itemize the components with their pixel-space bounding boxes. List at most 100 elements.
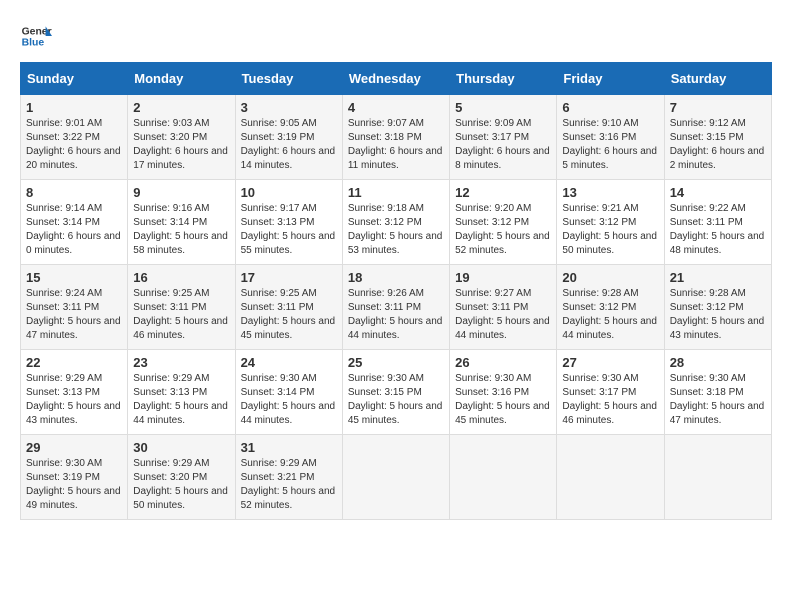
column-header-monday: Monday [128,63,235,95]
calendar-cell: 17 Sunrise: 9:25 AM Sunset: 3:11 PM Dayl… [235,265,342,350]
day-number: 26 [455,355,551,370]
calendar-cell: 7 Sunrise: 9:12 AM Sunset: 3:15 PM Dayli… [664,95,771,180]
day-number: 3 [241,100,337,115]
calendar-cell: 8 Sunrise: 9:14 AM Sunset: 3:14 PM Dayli… [21,180,128,265]
calendar-cell: 6 Sunrise: 9:10 AM Sunset: 3:16 PM Dayli… [557,95,664,180]
column-header-sunday: Sunday [21,63,128,95]
calendar-cell: 3 Sunrise: 9:05 AM Sunset: 3:19 PM Dayli… [235,95,342,180]
calendar-table: SundayMondayTuesdayWednesdayThursdayFrid… [20,62,772,520]
calendar-cell: 23 Sunrise: 9:29 AM Sunset: 3:13 PM Dayl… [128,350,235,435]
calendar-cell: 22 Sunrise: 9:29 AM Sunset: 3:13 PM Dayl… [21,350,128,435]
day-number: 16 [133,270,229,285]
calendar-cell: 9 Sunrise: 9:16 AM Sunset: 3:14 PM Dayli… [128,180,235,265]
day-number: 15 [26,270,122,285]
day-number: 12 [455,185,551,200]
calendar-cell [557,435,664,520]
calendar-cell: 2 Sunrise: 9:03 AM Sunset: 3:20 PM Dayli… [128,95,235,180]
cell-info: Sunrise: 9:12 AM Sunset: 3:15 PM Dayligh… [670,117,766,173]
cell-info: Sunrise: 9:29 AM Sunset: 3:21 PM Dayligh… [241,457,337,513]
week-row-5: 29 Sunrise: 9:30 AM Sunset: 3:19 PM Dayl… [21,435,772,520]
calendar-cell: 26 Sunrise: 9:30 AM Sunset: 3:16 PM Dayl… [450,350,557,435]
cell-info: Sunrise: 9:29 AM Sunset: 3:20 PM Dayligh… [133,457,229,513]
calendar-cell: 18 Sunrise: 9:26 AM Sunset: 3:11 PM Dayl… [342,265,449,350]
calendar-cell: 29 Sunrise: 9:30 AM Sunset: 3:19 PM Dayl… [21,435,128,520]
cell-info: Sunrise: 9:27 AM Sunset: 3:11 PM Dayligh… [455,287,551,343]
week-row-3: 15 Sunrise: 9:24 AM Sunset: 3:11 PM Dayl… [21,265,772,350]
cell-info: Sunrise: 9:30 AM Sunset: 3:14 PM Dayligh… [241,372,337,428]
cell-info: Sunrise: 9:28 AM Sunset: 3:12 PM Dayligh… [670,287,766,343]
calendar-cell: 25 Sunrise: 9:30 AM Sunset: 3:15 PM Dayl… [342,350,449,435]
day-number: 30 [133,440,229,455]
cell-info: Sunrise: 9:30 AM Sunset: 3:17 PM Dayligh… [562,372,658,428]
day-number: 2 [133,100,229,115]
day-number: 4 [348,100,444,115]
calendar-cell: 19 Sunrise: 9:27 AM Sunset: 3:11 PM Dayl… [450,265,557,350]
day-number: 29 [26,440,122,455]
cell-info: Sunrise: 9:30 AM Sunset: 3:19 PM Dayligh… [26,457,122,513]
calendar-cell [342,435,449,520]
calendar-cell: 10 Sunrise: 9:17 AM Sunset: 3:13 PM Dayl… [235,180,342,265]
day-number: 18 [348,270,444,285]
cell-info: Sunrise: 9:03 AM Sunset: 3:20 PM Dayligh… [133,117,229,173]
logo-icon: General Blue [20,20,52,52]
cell-info: Sunrise: 9:17 AM Sunset: 3:13 PM Dayligh… [241,202,337,258]
day-number: 1 [26,100,122,115]
column-header-friday: Friday [557,63,664,95]
cell-info: Sunrise: 9:14 AM Sunset: 3:14 PM Dayligh… [26,202,122,258]
day-number: 21 [670,270,766,285]
calendar-cell: 4 Sunrise: 9:07 AM Sunset: 3:18 PM Dayli… [342,95,449,180]
calendar-cell: 13 Sunrise: 9:21 AM Sunset: 3:12 PM Dayl… [557,180,664,265]
cell-info: Sunrise: 9:21 AM Sunset: 3:12 PM Dayligh… [562,202,658,258]
column-header-saturday: Saturday [664,63,771,95]
calendar-cell: 15 Sunrise: 9:24 AM Sunset: 3:11 PM Dayl… [21,265,128,350]
day-number: 6 [562,100,658,115]
cell-info: Sunrise: 9:20 AM Sunset: 3:12 PM Dayligh… [455,202,551,258]
calendar-cell: 20 Sunrise: 9:28 AM Sunset: 3:12 PM Dayl… [557,265,664,350]
day-number: 20 [562,270,658,285]
calendar-cell [664,435,771,520]
column-header-tuesday: Tuesday [235,63,342,95]
day-number: 8 [26,185,122,200]
day-number: 23 [133,355,229,370]
week-row-2: 8 Sunrise: 9:14 AM Sunset: 3:14 PM Dayli… [21,180,772,265]
cell-info: Sunrise: 9:16 AM Sunset: 3:14 PM Dayligh… [133,202,229,258]
calendar-cell: 16 Sunrise: 9:25 AM Sunset: 3:11 PM Dayl… [128,265,235,350]
cell-info: Sunrise: 9:25 AM Sunset: 3:11 PM Dayligh… [241,287,337,343]
calendar-cell: 27 Sunrise: 9:30 AM Sunset: 3:17 PM Dayl… [557,350,664,435]
cell-info: Sunrise: 9:24 AM Sunset: 3:11 PM Dayligh… [26,287,122,343]
week-row-4: 22 Sunrise: 9:29 AM Sunset: 3:13 PM Dayl… [21,350,772,435]
cell-info: Sunrise: 9:25 AM Sunset: 3:11 PM Dayligh… [133,287,229,343]
day-number: 7 [670,100,766,115]
cell-info: Sunrise: 9:22 AM Sunset: 3:11 PM Dayligh… [670,202,766,258]
calendar-cell: 1 Sunrise: 9:01 AM Sunset: 3:22 PM Dayli… [21,95,128,180]
cell-info: Sunrise: 9:28 AM Sunset: 3:12 PM Dayligh… [562,287,658,343]
column-header-thursday: Thursday [450,63,557,95]
calendar-cell: 11 Sunrise: 9:18 AM Sunset: 3:12 PM Dayl… [342,180,449,265]
calendar-header-row: SundayMondayTuesdayWednesdayThursdayFrid… [21,63,772,95]
day-number: 19 [455,270,551,285]
calendar-cell: 5 Sunrise: 9:09 AM Sunset: 3:17 PM Dayli… [450,95,557,180]
day-number: 10 [241,185,337,200]
cell-info: Sunrise: 9:29 AM Sunset: 3:13 PM Dayligh… [133,372,229,428]
day-number: 13 [562,185,658,200]
calendar-cell: 24 Sunrise: 9:30 AM Sunset: 3:14 PM Dayl… [235,350,342,435]
day-number: 17 [241,270,337,285]
day-number: 24 [241,355,337,370]
day-number: 14 [670,185,766,200]
svg-text:Blue: Blue [22,38,45,49]
day-number: 22 [26,355,122,370]
day-number: 11 [348,185,444,200]
cell-info: Sunrise: 9:07 AM Sunset: 3:18 PM Dayligh… [348,117,444,173]
calendar-cell: 28 Sunrise: 9:30 AM Sunset: 3:18 PM Dayl… [664,350,771,435]
calendar-cell: 31 Sunrise: 9:29 AM Sunset: 3:21 PM Dayl… [235,435,342,520]
calendar-cell: 30 Sunrise: 9:29 AM Sunset: 3:20 PM Dayl… [128,435,235,520]
cell-info: Sunrise: 9:18 AM Sunset: 3:12 PM Dayligh… [348,202,444,258]
cell-info: Sunrise: 9:30 AM Sunset: 3:16 PM Dayligh… [455,372,551,428]
cell-info: Sunrise: 9:09 AM Sunset: 3:17 PM Dayligh… [455,117,551,173]
column-header-wednesday: Wednesday [342,63,449,95]
cell-info: Sunrise: 9:30 AM Sunset: 3:18 PM Dayligh… [670,372,766,428]
day-number: 27 [562,355,658,370]
day-number: 31 [241,440,337,455]
calendar-cell [450,435,557,520]
day-number: 28 [670,355,766,370]
